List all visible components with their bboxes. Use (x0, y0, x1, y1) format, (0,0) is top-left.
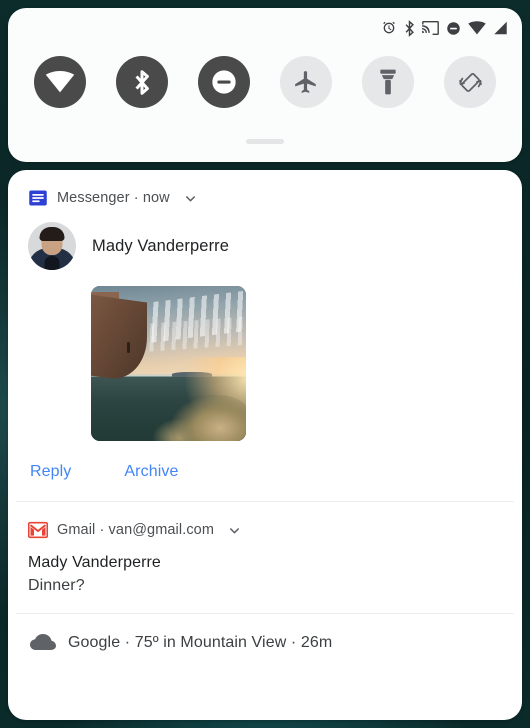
auto-rotate-tile[interactable] (444, 56, 496, 108)
chevron-down-icon[interactable] (183, 191, 198, 206)
quick-settings-tiles (8, 56, 522, 108)
notification-google-weather[interactable]: Google · 75º in Mountain View · 26m (8, 614, 522, 674)
airplane-tile[interactable] (280, 56, 332, 108)
do-not-disturb-icon (212, 70, 236, 94)
flashlight-icon (380, 69, 396, 95)
status-bar (381, 18, 508, 38)
notification-header[interactable]: Messenger · now (8, 170, 522, 210)
drag-handle[interactable] (246, 139, 284, 144)
notification-app-label: Gmail · van@gmail.com (57, 522, 215, 538)
cast-icon (422, 21, 439, 35)
quick-settings-panel (8, 8, 522, 162)
notification-messenger[interactable]: Messenger · now Mady Vanderperre Reply A… (8, 170, 522, 501)
gmail-app-icon (28, 521, 48, 539)
message-image-wrapper (8, 270, 522, 441)
wifi-icon (45, 71, 75, 93)
weather-row[interactable]: Google · 75º in Mountain View · 26m (8, 614, 522, 674)
archive-button[interactable]: Archive (124, 463, 178, 481)
wifi-icon (468, 21, 486, 35)
flashlight-tile[interactable] (362, 56, 414, 108)
weather-summary: Google · 75º in Mountain View · 26m (68, 634, 333, 651)
do-not-disturb-icon (446, 21, 461, 36)
messenger-app-icon (29, 190, 47, 206)
notification-app-label: Messenger · now (57, 190, 170, 206)
mail-sender-name: Mady Vanderperre (28, 554, 161, 571)
bluetooth-tile[interactable] (116, 56, 168, 108)
notification-actions: Reply Archive (8, 441, 522, 501)
reply-button[interactable]: Reply (30, 463, 71, 481)
bluetooth-icon (404, 19, 415, 37)
message-image[interactable] (91, 286, 246, 441)
cellular-signal-icon (493, 21, 508, 35)
dnd-tile[interactable] (198, 56, 250, 108)
bluetooth-icon (135, 69, 149, 95)
chevron-down-icon[interactable] (227, 523, 242, 538)
cloud-icon (30, 634, 56, 650)
auto-rotate-icon (458, 72, 482, 92)
avatar (28, 222, 76, 270)
messenger-content: Mady Vanderperre (8, 210, 522, 270)
mail-subject: Dinner? (28, 577, 85, 594)
notification-gmail[interactable]: Gmail · van@gmail.com Mady Vanderperre D… (8, 502, 522, 613)
gmail-content: Mady Vanderperre Dinner? (8, 542, 522, 613)
alarm-icon (381, 20, 397, 36)
airplane-icon (295, 71, 316, 93)
message-sender-name: Mady Vanderperre (92, 236, 230, 255)
wifi-tile[interactable] (34, 56, 86, 108)
notification-shade: Messenger · now Mady Vanderperre Reply A… (8, 170, 522, 720)
notification-header[interactable]: Gmail · van@gmail.com (8, 502, 522, 542)
